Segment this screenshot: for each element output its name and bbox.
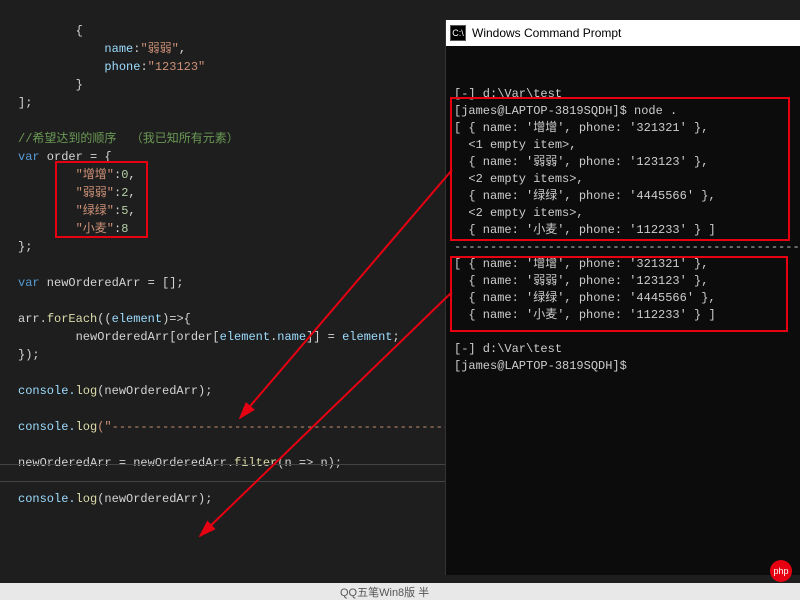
colon: : <box>140 60 147 74</box>
code-text: arr. <box>18 312 47 326</box>
comment: //希望达到的顺序 （我已知所有元素） <box>18 132 239 146</box>
code-line <box>18 60 104 74</box>
function-name: log <box>76 492 98 506</box>
code-text: newOrderedArr[order[ <box>18 330 220 344</box>
ime-status-bar: QQ五笔Win8版 半 <box>0 583 800 600</box>
code-text: ]] = <box>306 330 342 344</box>
annotation-box <box>450 256 788 332</box>
watermark-badge: php <box>770 560 792 582</box>
parameter: element <box>112 312 162 326</box>
code-line <box>18 42 104 56</box>
code-text: ; <box>393 330 400 344</box>
object-name: console. <box>18 384 76 398</box>
annotation-box <box>55 161 148 238</box>
code-text: (newOrderedArr); <box>97 384 212 398</box>
code-text: )=>{ <box>162 312 191 326</box>
function-name: forEach <box>47 312 97 326</box>
property-name: name <box>104 42 133 56</box>
string-literal: "弱弱" <box>140 42 178 56</box>
active-line-highlight <box>0 464 445 482</box>
code-line: } <box>18 78 83 92</box>
function-name: log <box>76 384 98 398</box>
property-name: name <box>277 330 306 344</box>
code-text: (newOrderedArr); <box>97 492 212 506</box>
code-line: }; <box>18 240 32 254</box>
string-literal: "123123" <box>148 60 206 74</box>
keyword-var: var <box>18 276 40 290</box>
code-editor[interactable]: { name:"弱弱", phone:"123123" } ]; //希望达到的… <box>0 0 445 600</box>
object-name: console. <box>18 492 76 506</box>
property-name: phone <box>104 60 140 74</box>
ime-status-text: QQ五笔Win8版 半 <box>340 584 429 600</box>
object-name: console. <box>18 420 76 434</box>
terminal-prompt[interactable]: [james@LAPTOP-3819SQDH]$ <box>454 359 627 373</box>
variable: element <box>220 330 270 344</box>
code-text: newOrderedArr = []; <box>40 276 184 290</box>
window-title: Windows Command Prompt <box>472 26 621 40</box>
string-literal: ("--------------------------------------… <box>97 420 457 434</box>
cmd-icon: C:\ <box>450 25 466 41</box>
variable: element <box>342 330 392 344</box>
comma: , <box>179 42 186 56</box>
code-line: }); <box>18 348 40 362</box>
code-text: (( <box>97 312 111 326</box>
function-name: log <box>76 420 98 434</box>
terminal-line: [-] d:\Var\test <box>454 342 562 356</box>
code-line: { <box>18 24 83 38</box>
terminal-line: ----------------------------------------… <box>454 240 800 254</box>
title-bar[interactable]: C:\ Windows Command Prompt <box>446 20 800 46</box>
keyword-var: var <box>18 150 40 164</box>
annotation-box <box>450 97 790 241</box>
code-line: ]; <box>18 96 32 110</box>
